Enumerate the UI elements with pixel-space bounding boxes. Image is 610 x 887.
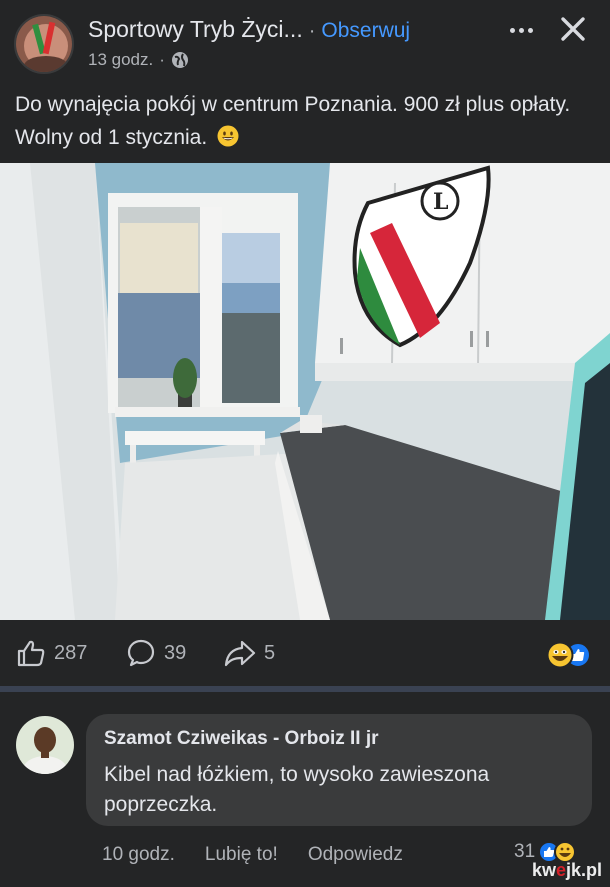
comment-bubble: Szamot Cziweikas - Orboiz II jr Kibel na…: [86, 714, 592, 826]
reaction-stats-row: 287 39 5: [0, 630, 610, 680]
post-photo[interactable]: L: [0, 163, 610, 620]
grinning-emoji-icon: [217, 124, 239, 147]
comment-bubble-icon: [126, 638, 156, 668]
post-timestamp[interactable]: 13 godz.: [88, 50, 153, 70]
like-action[interactable]: 287: [16, 638, 87, 668]
like-count: 287: [54, 641, 88, 664]
commenter-avatar[interactable]: [16, 716, 74, 774]
watermark-logo: kwejk.pl: [531, 860, 602, 880]
post-header: Sportowy Tryb Życi... · Obserwuj 13 godz…: [14, 12, 596, 74]
comment-reply-button[interactable]: Odpowiedz: [308, 844, 403, 866]
share-count: 5: [264, 641, 276, 664]
globe-icon: [171, 51, 189, 69]
comment-count: 39: [164, 641, 187, 664]
post-card: Sportowy Tryb Życi... · Obserwuj 13 godz…: [0, 0, 610, 686]
comment-text: Kibel nad łóżkiem, to wysoko zawieszona …: [104, 763, 490, 816]
comment-author[interactable]: Szamot Cziweikas - Orboiz II jr: [104, 728, 574, 750]
separator-dot: ·: [308, 20, 316, 42]
page-avatar[interactable]: [14, 14, 74, 74]
more-options-icon[interactable]: [504, 20, 538, 40]
share-action[interactable]: 5: [224, 638, 275, 668]
thumbs-up-icon: [16, 638, 46, 668]
share-arrow-icon: [224, 638, 256, 668]
comment-action[interactable]: 39: [126, 638, 186, 668]
follow-button[interactable]: Obserwuj: [321, 19, 410, 43]
comment-actions: 10 godz. Lubię to! Odpowiedz: [102, 844, 403, 866]
meta-separator: ·: [159, 50, 165, 69]
comment-time[interactable]: 10 godz.: [102, 844, 175, 866]
svg-text:L: L: [433, 189, 448, 215]
close-icon[interactable]: [556, 12, 590, 46]
post-text-content: Do wynajęcia pokój w centrum Poznania. 9…: [15, 93, 571, 149]
comment-like-button[interactable]: Lubię to!: [205, 844, 278, 866]
page-name[interactable]: Sportowy Tryb Życi...: [88, 16, 303, 43]
post-text: Do wynajęcia pokój w centrum Poznania. 9…: [15, 88, 600, 154]
reaction-badges[interactable]: [538, 640, 594, 670]
comment-section: Szamot Cziweikas - Orboiz II jr Kibel na…: [0, 692, 610, 887]
